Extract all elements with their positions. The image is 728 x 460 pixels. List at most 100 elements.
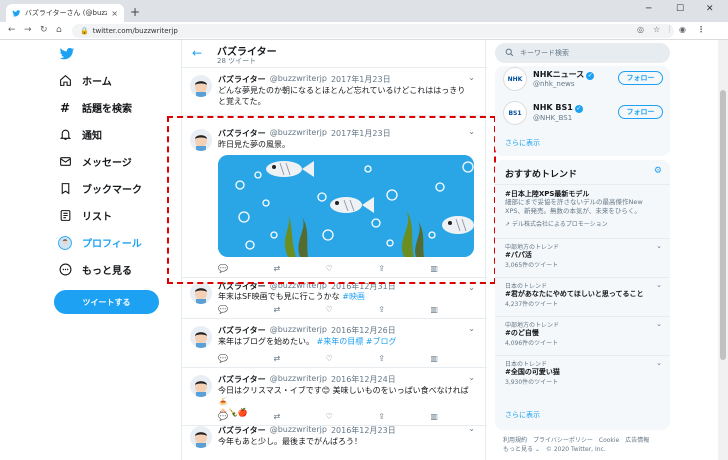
hashtag-link[interactable]: #ブログ [366, 337, 397, 346]
reply-icon[interactable]: 💬 [218, 305, 228, 314]
chevron-down-icon[interactable]: ⌄ [656, 242, 662, 250]
show-more-trends-link[interactable]: さらに表示 [505, 410, 540, 420]
back-icon[interactable]: ← [8, 25, 16, 35]
tweet-header: バズライター @buzzwriterjp 2016年12月23日 [218, 425, 396, 436]
chevron-down-icon[interactable]: ⌄ [468, 324, 475, 333]
chevron-down-icon[interactable]: ⌄ [656, 320, 662, 328]
hashtag-link[interactable]: #映画 [342, 292, 365, 301]
trend-item[interactable]: 中部地方のトレンド ⌄ #パパ活 3,065件のツイート [495, 238, 670, 276]
show-more-link[interactable]: さらに表示 [505, 138, 540, 148]
gear-icon[interactable]: ⚙ [654, 166, 662, 176]
browser-menu-icon[interactable]: ⋮ [697, 25, 705, 34]
chevron-down-icon[interactable]: ⌄ [468, 373, 475, 382]
scrollbar-thumb[interactable] [720, 90, 726, 360]
nav-notifications[interactable]: 通知 [58, 127, 102, 142]
back-arrow-icon[interactable]: ← [192, 46, 202, 60]
chevron-down-icon[interactable]: ⌄ [468, 127, 475, 136]
like-icon[interactable]: ♡ [326, 354, 333, 363]
footer-links[interactable]: 利用規約 プライバシーポリシー Cookie 広告情報 もっと見る ⌄ © 20… [503, 436, 649, 454]
tweet-item[interactable]: バズライター @buzzwriterjp 2016年12月24日 ⌄ 今日はクリ… [182, 369, 487, 426]
tweet-date[interactable]: 2017年1月23日 [331, 74, 391, 85]
tweet-author-name[interactable]: バズライター [218, 425, 266, 436]
tweet-author-name[interactable]: バズライター [218, 74, 266, 85]
forward-icon[interactable]: → [24, 25, 32, 35]
footer-line[interactable]: もっと見る ⌄ © 2020 Twitter, Inc. [503, 445, 649, 454]
site-settings-icon[interactable]: ◎ [637, 25, 644, 34]
tweet-item[interactable]: バズライター @buzzwriterjp 2016年12月26日 ⌄ 来年はブロ… [182, 320, 487, 368]
avatar[interactable] [190, 426, 212, 448]
hashtag-link[interactable]: #来年の目標 [317, 337, 364, 346]
analytics-icon[interactable]: ▥ [430, 264, 438, 273]
nav-messages[interactable]: メッセージ [58, 154, 132, 169]
tweet-author-name[interactable]: バズライター [218, 325, 266, 336]
like-icon[interactable]: ♡ [326, 264, 333, 273]
tweet-button[interactable]: ツイートする [54, 290, 159, 314]
maximize-icon[interactable]: ☐ [676, 4, 684, 14]
nav-notifications-label: 通知 [82, 131, 102, 142]
follow-button[interactable]: フォロー [618, 105, 663, 119]
tweet-image[interactable] [218, 155, 474, 257]
tweet-item[interactable]: バズライター @buzzwriterjp 2016年12月31日 ⌄ 年末はSF… [182, 279, 487, 319]
analytics-icon[interactable]: ▥ [430, 305, 438, 314]
like-icon[interactable]: ♡ [326, 305, 333, 314]
avatar[interactable] [190, 326, 212, 348]
trend-item[interactable]: 日本のトレンド ⌄ #全国の可愛い猫 3,930件のツイート [495, 355, 670, 393]
trend-item[interactable]: 中部地方のトレンド ⌄ #のど自慢 4,096件のツイート [495, 316, 670, 354]
minimize-icon[interactable]: ─ [646, 4, 651, 14]
page-scrollbar[interactable] [718, 40, 728, 460]
nav-explore[interactable]: # 話題を検索 [58, 100, 132, 116]
search-input[interactable]: キーワード検索 [495, 43, 670, 63]
tweet-item[interactable]: バズライター @buzzwriterjp 2017年1月23日 ⌄ どんな夢見た… [182, 69, 487, 116]
tweet-header: バズライター @buzzwriterjp 2017年1月23日 [218, 74, 391, 85]
tweet-author-name[interactable]: バズライター [218, 374, 266, 385]
reply-icon[interactable]: 💬 [218, 354, 228, 363]
browser-tab[interactable]: バズライターさん (@buzzwriterjp) / T × [6, 4, 124, 22]
tweet-date[interactable]: 2016年12月24日 [331, 374, 396, 385]
chevron-down-icon[interactable]: ⌄ [468, 73, 475, 82]
retweet-icon[interactable]: ⇄ [273, 305, 280, 314]
share-icon[interactable]: ⇪ [378, 264, 385, 273]
tweet-date[interactable]: 2017年1月23日 [331, 128, 391, 139]
share-icon[interactable]: ⇪ [378, 305, 385, 314]
tab-close-icon[interactable]: × [111, 9, 118, 18]
retweet-icon[interactable]: ⇄ [273, 264, 280, 273]
account-row[interactable]: NHK NHKニュース ✓ @nhk_news フォロー [503, 67, 663, 97]
account-name-text: NHKニュース [533, 70, 585, 79]
tweet-item[interactable]: バズライター @buzzwriterjp 2017年1月23日 ⌄ 昨日見た夢の… [182, 123, 487, 278]
tweet-date[interactable]: 2016年12月23日 [331, 425, 396, 436]
trend-item[interactable]: 日本のトレンド ⌄ #君があなたにやめてほしいと思ってること 4,237件のツイ… [495, 277, 670, 315]
nav-profile[interactable]: プロフィール [58, 235, 142, 250]
url-field[interactable]: 🔒 twitter.com/buzzwriterjp [72, 24, 674, 38]
account-name: NHKニュース ✓ [533, 69, 595, 80]
nav-bookmarks[interactable]: ブックマーク [58, 181, 142, 196]
home-browser-icon[interactable]: ⌂ [56, 25, 62, 35]
tweet-author-name[interactable]: バズライター [218, 128, 266, 139]
retweet-icon[interactable]: ⇄ [273, 354, 280, 363]
footer-line[interactable]: 利用規約 プライバシーポリシー Cookie 広告情報 [503, 436, 649, 445]
avatar[interactable] [190, 282, 212, 304]
share-icon[interactable]: ⇪ [378, 354, 385, 363]
avatar[interactable] [190, 375, 212, 397]
follow-button[interactable]: フォロー [618, 71, 663, 85]
avatar[interactable] [190, 129, 212, 151]
close-window-icon[interactable]: ✕ [706, 4, 714, 14]
analytics-icon[interactable]: ▥ [430, 354, 438, 363]
chevron-down-icon[interactable]: ⌄ [656, 281, 662, 289]
chevron-down-icon[interactable]: ⌄ [468, 424, 475, 433]
tweet-date[interactable]: 2016年12月26日 [331, 325, 396, 336]
bookmark-star-icon[interactable]: ☆ [653, 25, 660, 34]
chevron-down-icon[interactable]: ⌄ [656, 359, 662, 367]
reply-icon[interactable]: 💬 [218, 264, 228, 273]
account-row[interactable]: BS1 NHK BS1 ✓ @NHK_BS1 フォロー [503, 101, 663, 131]
nav-lists[interactable]: リスト [58, 208, 112, 223]
nav-home[interactable]: ホーム [58, 73, 112, 88]
new-tab-button[interactable]: + [130, 5, 140, 19]
tweet-item[interactable]: バズライター @buzzwriterjp 2016年12月23日 ⌄ 今年もあと… [182, 420, 487, 460]
tweet-text-body: 来年はブログを始めたい。 [218, 337, 314, 346]
promoted-trend[interactable]: #日本上陸XPS最新モデル 細部にまで妥協を許さないデルの最高傑作New XPS… [495, 184, 670, 237]
twitter-logo-icon[interactable] [58, 46, 76, 62]
nav-more[interactable]: もっと見る [58, 262, 132, 277]
profile-browser-icon[interactable]: ◉ [679, 25, 686, 34]
reload-icon[interactable]: ↻ [40, 25, 48, 35]
avatar[interactable] [190, 75, 212, 97]
